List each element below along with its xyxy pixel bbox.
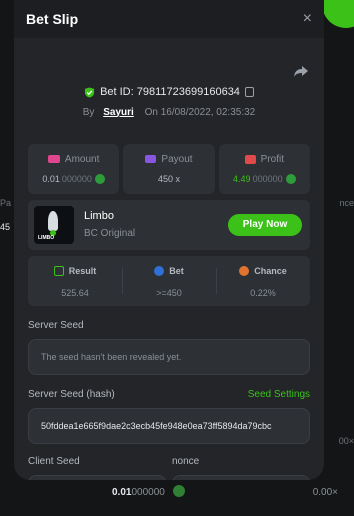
- result-label: Result: [68, 265, 97, 276]
- nonce-label: nonce: [172, 455, 200, 467]
- result-label: Bet: [169, 265, 184, 276]
- background-left-text: 45: [0, 222, 11, 232]
- result-result: Result 525.64: [28, 256, 122, 306]
- client-seed-row: Client Seed nonce: [28, 455, 310, 480]
- result-row: Result 525.64 Bet >=450 Chance 0.22%: [28, 255, 310, 306]
- server-hash-label: Server Seed (hash): [28, 388, 115, 400]
- server-seed-label: Server Seed: [28, 319, 84, 331]
- server-hash-field[interactable]: 50fddea1e665f9dae2c3ecb45fe948e0ea73ff58…: [28, 407, 310, 444]
- profit-icon: [244, 154, 256, 164]
- background-left-column: Pa 45: [0, 190, 14, 232]
- coin-icon: [285, 173, 296, 184]
- background-bottom-amount: 0.01000000: [112, 487, 165, 498]
- game-thumbnail[interactable]: LIMBO: [34, 205, 74, 244]
- share-icon[interactable]: [292, 62, 310, 80]
- stat-label: Amount: [64, 153, 100, 165]
- rocket-icon: [48, 210, 58, 231]
- game-card: LIMBO Limbo BC Original Play Now: [28, 199, 310, 250]
- result-icon: [53, 265, 64, 276]
- on-label: On: [144, 106, 158, 118]
- bet-slip-modal: Bet Slip × Bet ID: 79811723699160634 By …: [14, 0, 324, 480]
- stat-value: 450 x: [157, 173, 180, 184]
- seed-settings-link[interactable]: Seed Settings: [248, 389, 310, 400]
- background-right-text: nce: [339, 198, 354, 208]
- background-bottom-payout: 0.00×: [312, 487, 338, 498]
- server-seed-field[interactable]: The seed hasn't been revealed yet.: [28, 338, 310, 375]
- username-link[interactable]: Sayuri: [103, 107, 134, 118]
- chance-icon: [239, 265, 250, 276]
- coin-icon: [94, 173, 105, 184]
- bet-id-row: Bet ID: 79811723699160634: [28, 66, 310, 101]
- result-label: Chance: [254, 265, 287, 276]
- payout-icon: [145, 155, 157, 163]
- nonce-field[interactable]: [172, 474, 310, 480]
- stat-value: 4.49: [233, 173, 251, 184]
- coin-icon: [173, 485, 185, 497]
- server-hash-label-row: Server Seed (hash) Seed Settings: [28, 389, 310, 400]
- background-right-column: nce 00×: [324, 190, 354, 446]
- close-button[interactable]: ×: [303, 10, 312, 28]
- result-value: >=450: [156, 287, 182, 298]
- bet-icon: [154, 265, 165, 276]
- stat-payout: Payout 450 x: [123, 143, 215, 194]
- background-left-text: Pa: [0, 198, 12, 208]
- stat-value: 0.01: [42, 173, 60, 184]
- modal-title: Bet Slip: [26, 11, 79, 27]
- result-bet: Bet >=450: [122, 256, 216, 306]
- stat-amount: Amount 0.01 000000: [28, 143, 120, 194]
- stat-label: Payout: [161, 153, 193, 165]
- shield-icon: [84, 86, 95, 98]
- bet-meta: By Sayuri On 16/08/2022, 02:35:32: [28, 107, 310, 118]
- bet-datetime: 16/08/2022, 02:35:32: [160, 106, 256, 118]
- modal-header: Bet Slip ×: [14, 0, 324, 38]
- game-thumb-brand: LIMBO: [38, 234, 55, 241]
- by-label: By: [82, 106, 95, 118]
- background-right-text: 00×: [338, 436, 354, 446]
- stat-profit: Profit 4.49 000000: [218, 143, 310, 194]
- modal-body: Bet ID: 79811723699160634 By Sayuri On 1…: [14, 66, 324, 480]
- client-seed-label: Client Seed: [28, 455, 80, 467]
- game-subtitle: BC Original: [84, 228, 136, 239]
- copy-icon[interactable]: [244, 87, 254, 97]
- result-value: 0.22%: [250, 287, 276, 298]
- client-seed-field[interactable]: [28, 474, 166, 480]
- amount-icon: [47, 155, 60, 163]
- game-name: Limbo: [84, 210, 114, 222]
- result-value: 525.64: [61, 287, 89, 298]
- stats-row: Amount 0.01 000000 Payout 450 x Profit 4…: [28, 143, 310, 194]
- stat-label: Profit: [260, 153, 284, 165]
- play-now-button[interactable]: Play Now: [228, 213, 302, 236]
- bet-id: Bet ID: 79811723699160634: [84, 86, 254, 98]
- result-chance: Chance 0.22%: [216, 256, 310, 306]
- bet-id-text: Bet ID: 79811723699160634: [100, 86, 240, 98]
